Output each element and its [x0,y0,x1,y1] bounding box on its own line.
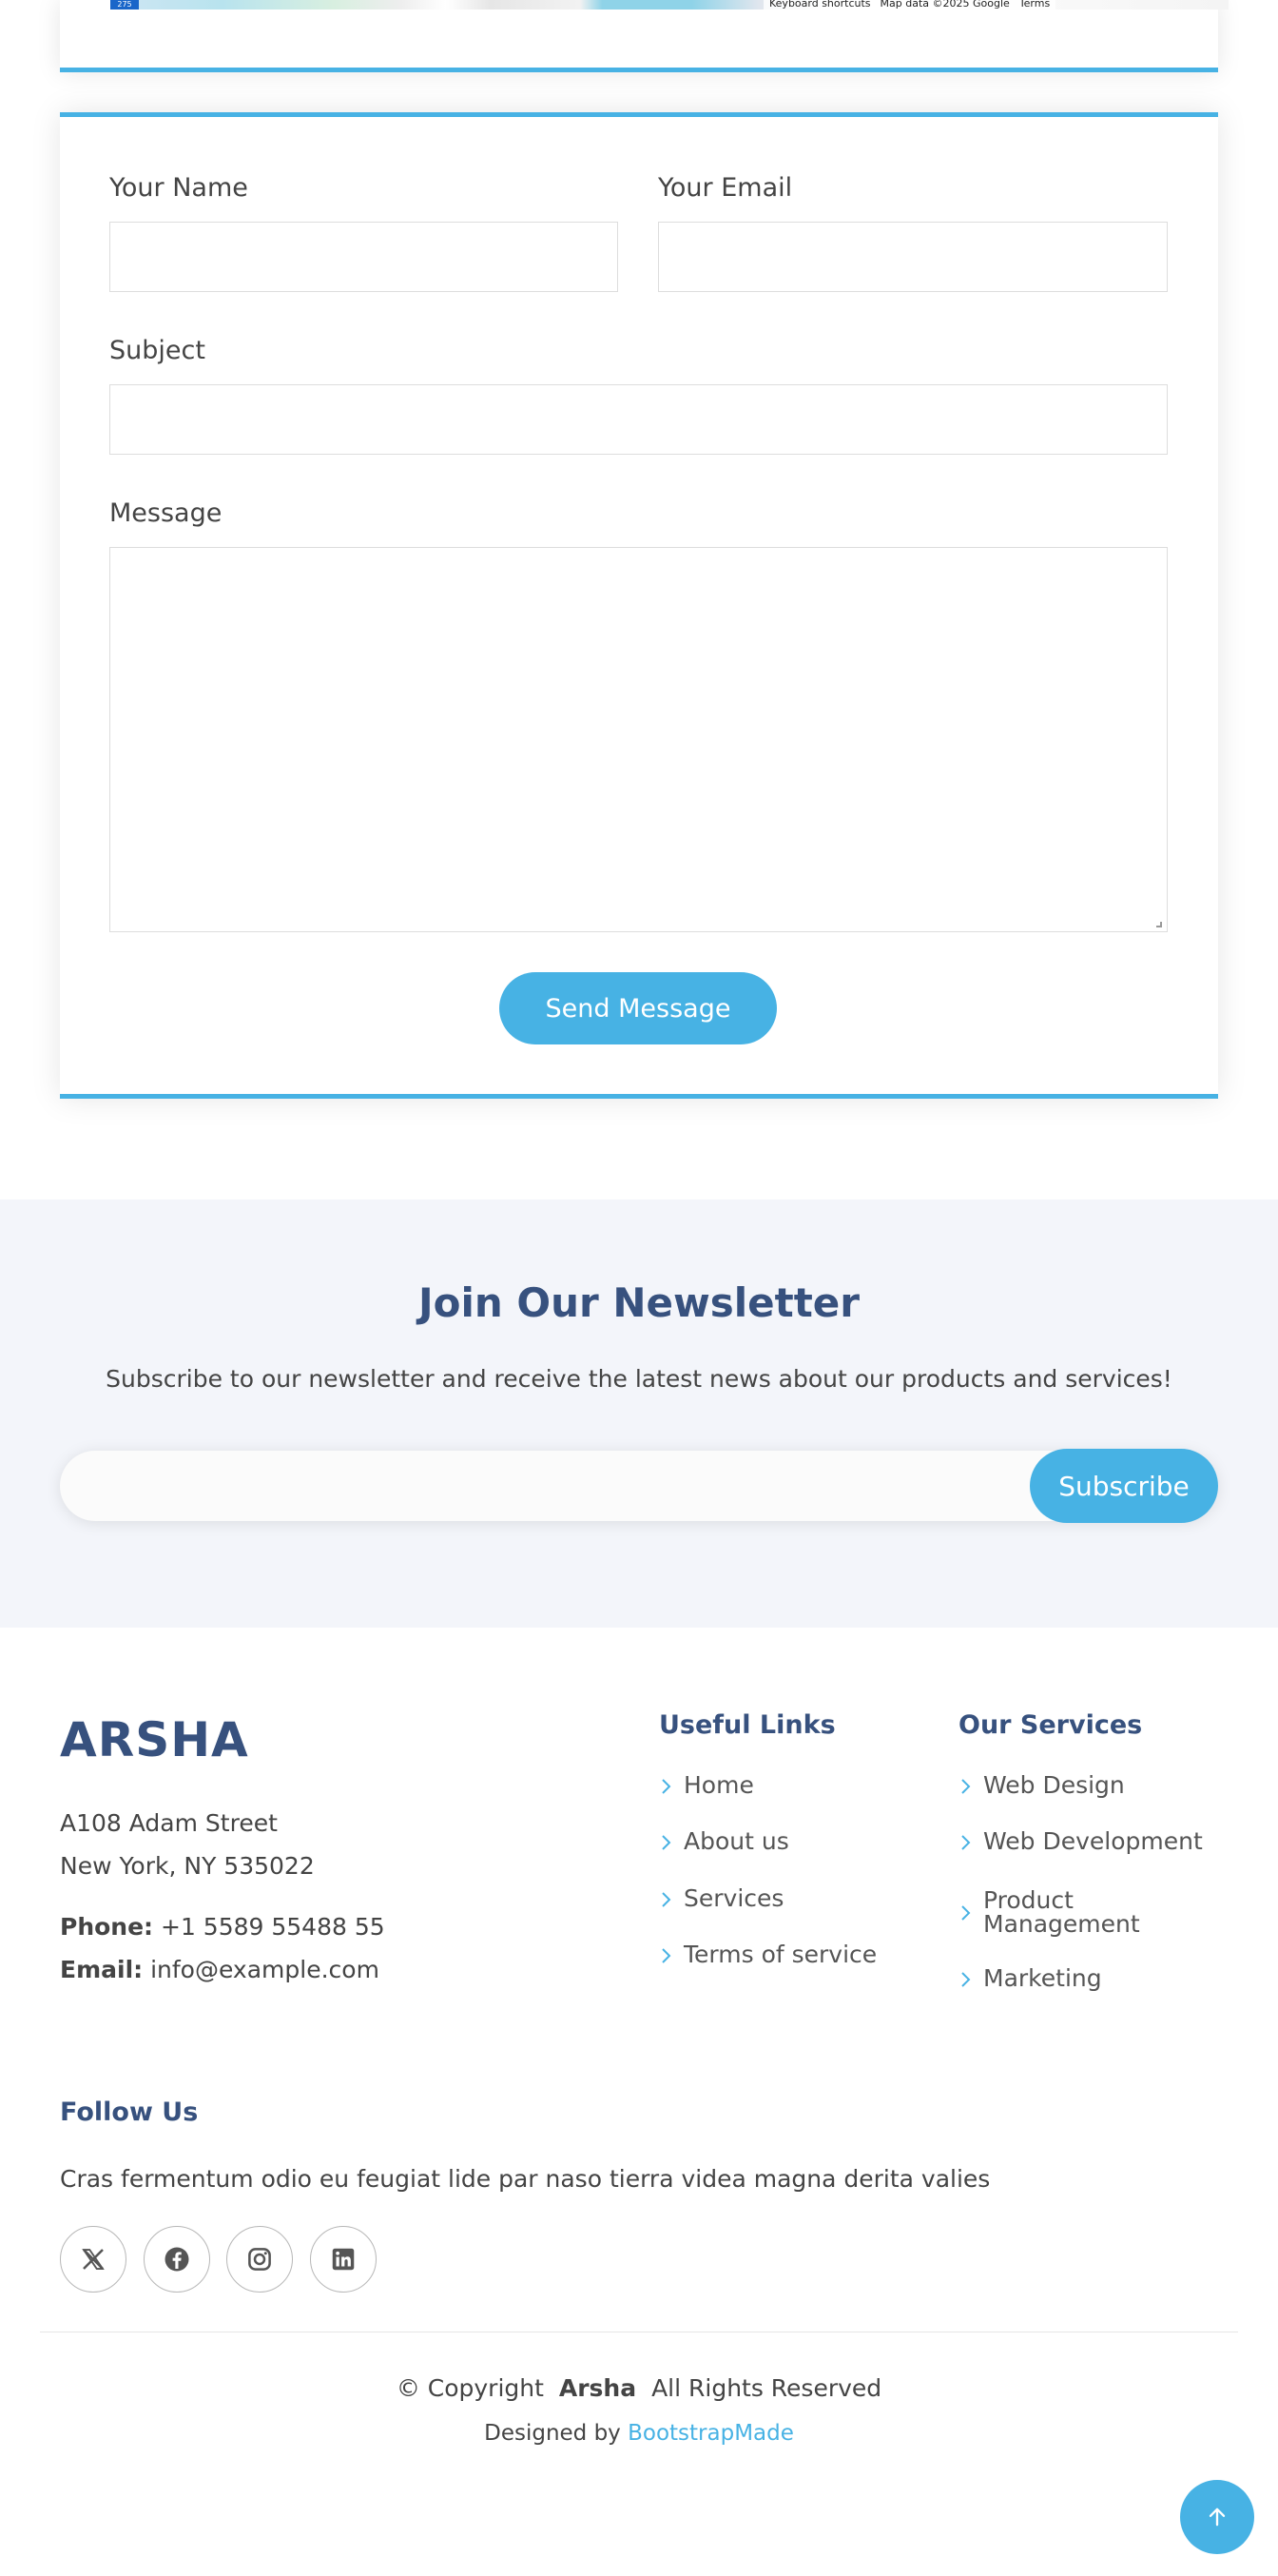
subject-input[interactable] [109,384,1168,455]
footer-service-label: Web Development [983,1827,1203,1855]
name-input[interactable] [109,222,618,292]
send-message-button[interactable]: Send Message [499,972,777,1044]
chevron-right-icon [961,1835,971,1850]
newsletter-section: Join Our Newsletter Subscribe to our new… [0,1200,1278,1628]
contact-form: Your Name Your Email Subject Message Sen… [60,112,1218,1099]
chevron-right-icon [662,1835,671,1850]
scroll-to-top-button[interactable] [1180,2480,1254,2554]
chevron-right-icon [662,1892,671,1907]
map-keyboard-shortcuts-link[interactable]: Keyboard shortcuts [769,0,871,10]
newsletter-form: Subscribe [60,1449,1218,1523]
map-embed[interactable] [110,0,1229,10]
footer-service-label: Marketing [983,1964,1102,1992]
chevron-right-icon [961,1905,971,1921]
footer-service-marketing[interactable]: Marketing [958,1966,1102,1993]
address-line-2: New York, NY 535022 [60,1852,315,1880]
footer-service-web-design[interactable]: Web Design [958,1773,1125,1800]
copyright-suffix: All Rights Reserved [651,2374,882,2402]
footer-service-label: Product Management [983,1886,1140,1938]
copyright: © Copyright Arsha All Rights Reserved [0,2374,1278,2402]
phone-label: Phone: [60,1913,154,1941]
email-input[interactable] [658,222,1168,292]
map-card: 275 Keyboard shortcuts Map data ©2025 Go… [60,0,1229,72]
message-label: Message [109,498,223,528]
newsletter-subtitle: Subscribe to our newsletter and receive … [106,1365,1172,1393]
copyright-brand: Arsha [558,2374,637,2402]
map-data-label: Map data ©2025 Google [880,0,1010,10]
footer-link-label: Services [684,1884,784,1912]
footer-link-about[interactable]: About us [659,1829,789,1856]
footer-link-home[interactable]: Home [659,1773,754,1800]
linkedin-icon[interactable] [310,2226,377,2293]
footer-logo[interactable]: ARSHA [60,1712,249,1767]
credits-prefix: Designed by [484,2421,621,2446]
name-label: Your Name [109,173,248,203]
facebook-icon[interactable] [144,2226,210,2293]
arrow-up-icon [1209,2508,1226,2527]
subscribe-button[interactable]: Subscribe [1030,1449,1218,1523]
footer-service-label: Web Design [983,1771,1125,1799]
phone-value: +1 5589 55488 55 [161,1913,385,1941]
email-line: Email: info@example.com [60,1956,379,1983]
useful-links-title: Useful Links [659,1710,836,1740]
email-value: info@example.com [150,1956,379,1983]
copyright-prefix: © Copyright [396,2374,544,2402]
instagram-icon [248,2248,271,2271]
linkedin-icon [332,2248,355,2271]
subject-label: Subject [109,336,205,365]
instagram-icon[interactable] [226,2226,293,2293]
resize-handle-icon[interactable] [1156,922,1162,927]
footer-link-label: Home [684,1771,754,1799]
newsletter-title: Join Our Newsletter [417,1279,860,1326]
footer-link-services[interactable]: Services [659,1886,784,1913]
footer-link-label: Terms of service [684,1941,878,1968]
bootstrapmade-link[interactable]: BootstrapMade [628,2421,794,2446]
footer-link-terms[interactable]: Terms of service [659,1942,877,1969]
follow-us-text: Cras fermentum odio eu feugiat lide par … [60,2165,991,2193]
our-services-title: Our Services [958,1710,1143,1740]
message-textarea[interactable] [109,547,1168,932]
map-attribution: Keyboard shortcuts Map data ©2025 Google… [764,0,1056,10]
footer-link-label: About us [684,1827,789,1855]
map-terms-link[interactable]: Terms [1019,0,1050,10]
chevron-right-icon [961,1779,971,1794]
chevron-right-icon [662,1779,671,1794]
x-twitter-icon [82,2249,105,2270]
footer-service-web-development[interactable]: Web Development [958,1829,1203,1856]
footer-service-product-management[interactable]: Product Management [958,1888,1177,1936]
address-line-1: A108 Adam Street [60,1809,278,1837]
phone-line: Phone: +1 5589 55488 55 [60,1913,385,1941]
email-label: Email: [60,1956,144,1983]
follow-us-title: Follow Us [60,2098,199,2127]
email-label: Your Email [658,173,793,203]
chevron-right-icon [662,1948,671,1963]
map-route-badge: 275 [110,0,139,10]
chevron-right-icon [961,1972,971,1987]
facebook-icon [165,2247,189,2272]
newsletter-email-input[interactable] [83,1451,1015,1521]
credits: Designed by BootstrapMade [0,2421,1278,2446]
x-twitter-icon[interactable] [60,2226,126,2293]
